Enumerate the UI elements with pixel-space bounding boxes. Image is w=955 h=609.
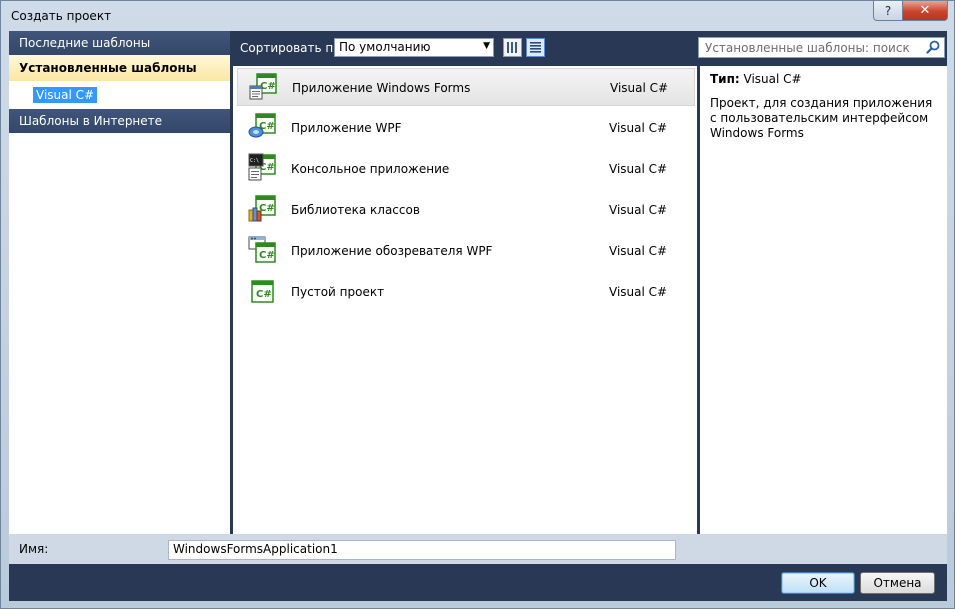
template-details: Тип: Visual C# Проект, для создания прил… (700, 66, 947, 534)
winforms-icon: C# (249, 73, 277, 100)
sort-label: Сортировать по: (240, 41, 345, 55)
template-name: Пустой проект (291, 285, 385, 299)
template-description: Проект, для создания приложения с пользо… (710, 96, 933, 140)
dialog-window: Создать проект ? ✕ Последние шаблоны Уст… (0, 0, 955, 609)
template-name: Консольное приложение (291, 162, 450, 176)
template-name: Приложение Windows Forms (292, 81, 471, 95)
template-item-windows-forms[interactable]: C# Приложение Windows Forms Visual C# (237, 68, 695, 106)
name-label: Имя: (19, 542, 49, 556)
category-online[interactable]: Шаблоны в Интернете (9, 109, 230, 133)
svg-text:C#: C# (256, 289, 272, 300)
help-button[interactable]: ? (873, 1, 903, 21)
template-language: Visual C# (609, 244, 668, 258)
category-visual-csharp-label: Visual C# (33, 87, 98, 103)
console-icon: C# C:\ (248, 153, 276, 181)
template-item-class-library[interactable]: C# Библиотека классов Visual C# (237, 191, 695, 229)
template-name: Приложение обозревателя WPF (291, 244, 493, 258)
template-item-empty-project[interactable]: C# Пустой проект Visual C# (237, 273, 695, 311)
sort-dropdown[interactable]: По умолчанию ▼ (334, 38, 494, 57)
template-item-console[interactable]: C# C:\ Консольное приложение Visual C# (237, 150, 695, 188)
ok-button[interactable]: OK (781, 572, 855, 594)
small-icons-view-button[interactable] (503, 38, 522, 57)
window-title: Создать проект (11, 9, 112, 23)
title-bar[interactable]: Создать проект ? ✕ (1, 1, 954, 31)
template-list: C# Приложение Windows Forms Visual C# C#… (233, 66, 697, 534)
sort-toolbar: Сортировать по: По умолчанию ▼ (233, 31, 699, 65)
wpf-icon: C# (248, 113, 276, 138)
type-label: Тип: (710, 72, 740, 86)
list-view-icon (530, 42, 541, 53)
svg-text:C:\: C:\ (250, 158, 259, 164)
close-button[interactable]: ✕ (903, 1, 948, 21)
template-item-wpf-browser[interactable]: C# Приложение обозревателя WPF Visual C# (237, 232, 695, 270)
grid-view-icon (507, 42, 517, 53)
project-name-field[interactable]: WindowsFormsApplication1 (168, 540, 676, 560)
template-language: Visual C# (609, 203, 668, 217)
class-library-icon: C# (248, 195, 276, 222)
sort-value: По умолчанию (339, 40, 431, 54)
template-language: Visual C# (609, 162, 668, 176)
list-view-button[interactable] (526, 38, 545, 57)
svg-text:C#: C# (259, 250, 275, 261)
template-categories: Последние шаблоны Установленные шаблоны … (9, 31, 230, 534)
type-line: Тип: Visual C# (710, 72, 802, 86)
category-installed[interactable]: Установленные шаблоны (9, 55, 230, 81)
chevron-down-icon: ▼ (483, 41, 490, 51)
category-visual-csharp[interactable]: Visual C# (9, 81, 230, 109)
search-placeholder: Установленные шаблоны: поиск (705, 41, 910, 55)
category-recent[interactable]: Последние шаблоны (9, 31, 230, 55)
empty-project-icon: C# (251, 280, 274, 303)
type-value: Visual C# (743, 72, 802, 86)
wpf-browser-icon: C# (248, 236, 276, 263)
search-icon[interactable] (926, 40, 940, 54)
template-name: Библиотека классов (291, 203, 420, 217)
template-language: Visual C# (610, 81, 669, 95)
template-name: Приложение WPF (291, 121, 402, 135)
template-language: Visual C# (609, 285, 668, 299)
dialog-client: Последние шаблоны Установленные шаблоны … (9, 31, 947, 601)
template-item-wpf[interactable]: C# Приложение WPF Visual C# (237, 109, 695, 147)
template-language: Visual C# (609, 121, 668, 135)
name-row: Имя: WindowsFormsApplication1 (9, 534, 947, 564)
cancel-button[interactable]: Отмена (860, 572, 935, 594)
search-input[interactable]: Установленные шаблоны: поиск (698, 37, 945, 58)
